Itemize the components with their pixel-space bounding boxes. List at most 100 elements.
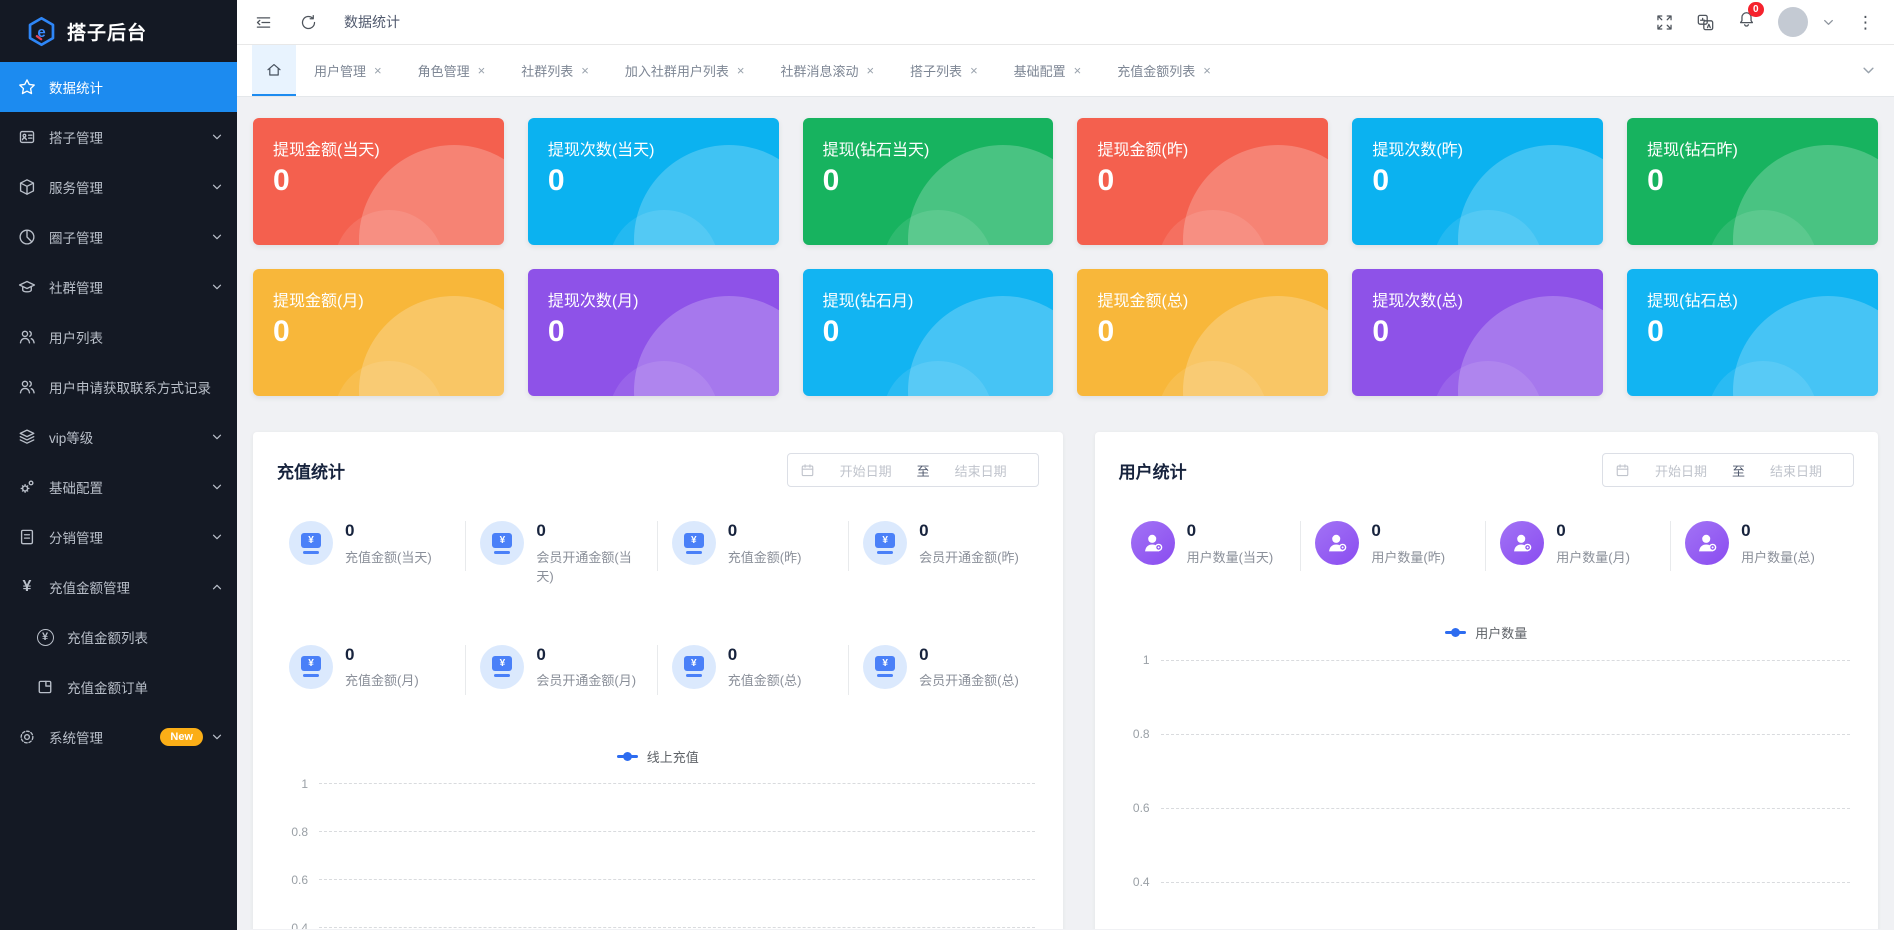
chart-legend[interactable]: 线上充值 — [271, 747, 1045, 766]
stat-card-value: 0 — [273, 164, 484, 198]
sidebar-item-label: 圈子管理 — [49, 227, 211, 247]
stat-value: 0 — [1556, 521, 1630, 541]
chevron-up-icon — [211, 581, 223, 593]
stat-card-value: 0 — [1647, 315, 1858, 349]
yen-icon: ¥ — [18, 578, 36, 596]
order-icon — [36, 678, 54, 696]
sidebar-item[interactable]: 服务管理 — [0, 162, 237, 212]
sidebar-item[interactable]: ¥充值金额管理 — [0, 562, 237, 612]
stat-value: 0 — [728, 645, 802, 665]
tab-label: 搭子列表 — [910, 61, 962, 80]
app-logo-icon: e — [26, 16, 57, 47]
tab-list-chevron-icon[interactable] — [1861, 63, 1876, 78]
stat-label: 会员开通金额(月) — [536, 671, 636, 691]
yen-circle-icon: ¥ — [36, 628, 54, 646]
stat-item: 0用户数量(昨) — [1301, 519, 1486, 569]
start-date-placeholder[interactable]: 开始日期 — [821, 461, 911, 480]
tab-item[interactable]: 充值金额列表 × — [1099, 61, 1229, 80]
sidebar-item[interactable]: 用户列表 — [0, 312, 237, 362]
tab-item[interactable]: 加入社群用户列表× — [607, 61, 763, 80]
sidebar-item[interactable]: ¥充值金额列表 — [0, 612, 237, 662]
stat-text: 0会员开通金额(当天) — [536, 521, 643, 587]
app-root: e 搭子后台 数据统计搭子管理服务管理圈子管理社群管理用户列表用户申请获取联系方… — [0, 0, 1894, 930]
users-icon — [18, 378, 36, 396]
collapse-sidebar-icon[interactable] — [254, 13, 273, 32]
refresh-icon[interactable] — [299, 13, 318, 32]
tab-item[interactable]: 基础配置× — [996, 61, 1100, 80]
stat-label: 充值金额(总) — [728, 671, 802, 691]
start-date-placeholder[interactable]: 开始日期 — [1636, 461, 1726, 480]
tab-item[interactable]: 社群列表× — [503, 61, 607, 80]
legend-label: 线上充值 — [647, 747, 699, 766]
stat-item: ¥0会员开通金额(当天) — [466, 519, 657, 589]
stat-value: 0 — [1741, 521, 1815, 541]
layers-icon — [18, 428, 36, 446]
fullscreen-icon[interactable] — [1655, 13, 1674, 32]
y-gridline: 0.4 — [1113, 875, 1860, 889]
notifications[interactable]: 0 — [1737, 10, 1756, 34]
tab-close-icon[interactable]: × — [1203, 63, 1211, 78]
end-date-placeholder[interactable]: 结束日期 — [1751, 461, 1841, 480]
sidebar-item[interactable]: 系统管理New — [0, 712, 237, 762]
tab-item[interactable]: 角色管理× — [400, 61, 504, 80]
translate-icon[interactable] — [1696, 13, 1715, 32]
panel-title: 用户统计 — [1119, 458, 1187, 483]
chevron-down-icon — [211, 281, 223, 293]
user-date-range[interactable]: 开始日期 至 结束日期 — [1602, 453, 1854, 487]
stat-text: 0会员开通金额(月) — [536, 645, 636, 691]
tab-close-icon[interactable]: × — [374, 63, 382, 78]
sidebar-item-label: 系统管理 — [49, 727, 160, 747]
tab-close-icon[interactable]: × — [478, 63, 486, 78]
money-icon: ¥ — [863, 645, 907, 689]
stat-card: 提现金额(月)0 — [253, 269, 504, 396]
gridline — [1161, 734, 1850, 735]
stat-item: ¥0充值金额(总) — [658, 643, 849, 693]
tab-close-icon[interactable]: × — [1074, 63, 1082, 78]
dashboard-content: 提现金额(当天)0提现次数(当天)0提现(钻石当天)0提现金额(昨)0提现次数(… — [237, 97, 1894, 929]
stat-card-label: 提现金额(月) — [273, 287, 484, 311]
sidebar-item[interactable]: 社群管理 — [0, 262, 237, 312]
sidebar-item[interactable]: 分销管理 — [0, 512, 237, 562]
star-icon — [18, 78, 36, 96]
end-date-placeholder[interactable]: 结束日期 — [936, 461, 1026, 480]
chevron-down-icon — [211, 431, 223, 443]
tab-close-icon[interactable]: × — [866, 63, 874, 78]
sidebar-item[interactable]: 用户申请获取联系方式记录 — [0, 362, 237, 412]
stat-value: 0 — [345, 645, 419, 665]
tab-item[interactable]: 搭子列表 × — [892, 61, 996, 80]
tab-close-icon[interactable]: × — [581, 63, 589, 78]
chart-legend[interactable]: 用户数量 — [1113, 623, 1860, 642]
stat-card-label: 提现(钻石当天) — [823, 136, 1034, 160]
gridline — [319, 831, 1035, 832]
y-tick-label: 0.8 — [271, 825, 319, 839]
sidebar-item[interactable]: 充值金额订单 — [0, 662, 237, 712]
sidebar-item[interactable]: 圈子管理 — [0, 212, 237, 262]
tab-home[interactable] — [252, 45, 296, 96]
recharge-date-range[interactable]: 开始日期 至 结束日期 — [787, 453, 1039, 487]
sidebar-item[interactable]: vip等级 — [0, 412, 237, 462]
sidebar-item-label: 用户列表 — [49, 327, 223, 347]
tab-close-icon[interactable]: × — [737, 63, 745, 78]
avatar[interactable] — [1778, 7, 1808, 37]
sidebar: e 搭子后台 数据统计搭子管理服务管理圈子管理社群管理用户列表用户申请获取联系方… — [0, 0, 237, 930]
graduation-cap-icon — [18, 278, 36, 296]
kebab-menu-icon[interactable]: ⋮ — [1857, 14, 1874, 31]
legend-line-marker — [617, 755, 638, 758]
tab-item[interactable]: 社群消息滚动 × — [762, 61, 892, 80]
stat-text: 0用户数量(昨) — [1371, 521, 1445, 567]
gridline — [1161, 882, 1850, 883]
tab-item[interactable]: 用户管理× — [296, 61, 400, 80]
stat-card-label: 提现次数(总) — [1372, 287, 1583, 311]
tab-close-icon[interactable]: × — [970, 63, 978, 78]
chevron-down-icon[interactable] — [1822, 16, 1835, 29]
logo[interactable]: e 搭子后台 — [0, 0, 237, 62]
stat-card: 提现金额(总)0 — [1077, 269, 1328, 396]
stat-value: 0 — [1187, 521, 1274, 541]
tab-label: 充值金额列表 — [1117, 61, 1195, 80]
notification-badge: 0 — [1748, 2, 1764, 17]
sidebar-item[interactable]: 搭子管理 — [0, 112, 237, 162]
tab-label: 社群消息滚动 — [780, 61, 858, 80]
sidebar-item[interactable]: 数据统计 — [0, 62, 237, 112]
sidebar-item[interactable]: 基础配置 — [0, 462, 237, 512]
user-chart: 用户数量10.80.60.40.20 — [1113, 623, 1860, 929]
